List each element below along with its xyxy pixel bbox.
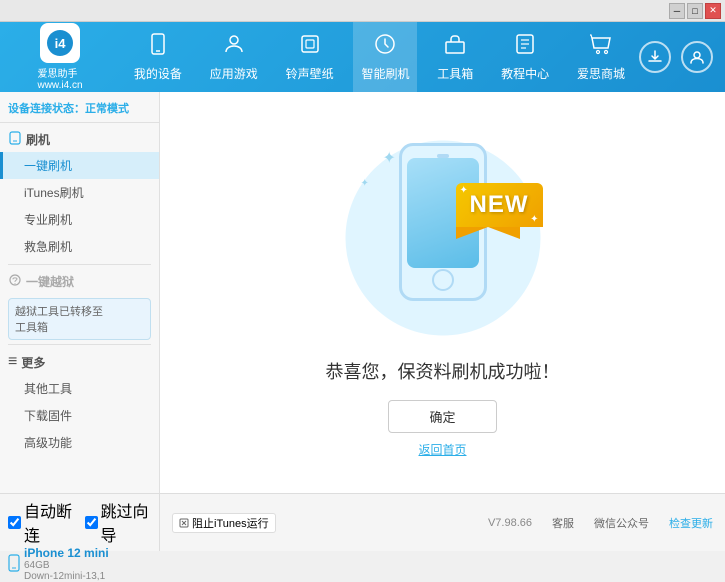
nav-brand-mall[interactable]: 爱思商城: [569, 22, 633, 92]
apps-games-icon: [222, 32, 246, 62]
skip-wizard-checkbox[interactable]: 跳过向导: [85, 498, 152, 546]
sidebar-divider-2: [8, 344, 151, 345]
sidebar-other-tools[interactable]: 其他工具: [0, 375, 159, 402]
ribbon-star-left: ✦: [460, 185, 468, 196]
sidebar-flash-section: 刷机: [0, 127, 159, 152]
sparkle-2: ✦: [361, 178, 369, 189]
device-model: Down-12mini-13,1: [24, 571, 109, 582]
maximize-button[interactable]: □: [687, 3, 703, 19]
nav-tutorial-label: 教程中心: [501, 65, 549, 82]
close-button[interactable]: ✕: [705, 3, 721, 19]
phone-speaker: [437, 154, 449, 158]
device-status: 设备连接状态：正常模式: [0, 96, 159, 123]
nav-ringtones[interactable]: 铃声壁纸: [278, 22, 342, 92]
phone-mini-icon: [8, 554, 20, 575]
device-storage: 64GB: [24, 560, 109, 571]
status-value: 正常模式: [85, 103, 129, 115]
tutorial-icon: [513, 32, 537, 62]
nav-apps-games-label: 应用游戏: [210, 65, 258, 82]
confirm-button[interactable]: 确定: [388, 400, 496, 433]
ribbon-star-right: ✦: [530, 214, 538, 225]
device-name: iPhone 12 mini: [24, 546, 109, 560]
nav-apps-games[interactable]: 应用游戏: [202, 22, 266, 92]
sidebar-recover-flash[interactable]: 救急刷机: [0, 233, 159, 260]
flash-section-title: 刷机: [26, 131, 50, 148]
nav-items: 我的设备 应用游戏 铃声壁纸: [120, 22, 639, 92]
success-illustration: ✦ ✦ ✦ ✦ NEW ✦: [333, 128, 553, 348]
app-subtitle: www.i4.cn: [37, 80, 82, 91]
more-section-icon: ≡: [8, 353, 17, 371]
sidebar-one-key-flash[interactable]: 一键刷机: [0, 152, 159, 179]
auto-close-label: 自动断连: [24, 498, 75, 546]
toolbox-icon: [443, 32, 467, 62]
ribbon-tail: [456, 227, 520, 239]
ribbon-text: NEW: [470, 191, 529, 218]
sidebar-divider-1: [8, 264, 151, 265]
minimize-button[interactable]: ─: [669, 3, 685, 19]
main-area: 设备连接状态：正常模式 刷机 一键刷机 iTunes刷机 专业刷机 救急刷机: [0, 92, 725, 493]
title-bar: ─ □ ✕: [0, 0, 725, 22]
header: i4 爱思助手 www.i4.cn 我的设备 应: [0, 22, 725, 92]
sidebar: 设备连接状态：正常模式 刷机 一键刷机 iTunes刷机 专业刷机 救急刷机: [0, 92, 160, 493]
main-content: ✦ ✦ ✦ ✦ NEW ✦ 恭喜您: [160, 92, 725, 493]
phone-home-button: [432, 269, 454, 291]
flash-section-icon: [8, 131, 22, 148]
skip-wizard-input[interactable]: [85, 516, 98, 529]
nav-toolbox-label: 工具箱: [437, 65, 473, 82]
nav-brand-mall-label: 爱思商城: [577, 65, 625, 82]
checkbox-row: 自动断连 跳过向导: [8, 498, 151, 546]
device-row: iPhone 12 mini 64GB Down-12mini-13,1: [8, 546, 151, 582]
sidebar-jailbreak-section: 一键越狱: [0, 269, 159, 294]
sidebar-pro-flash[interactable]: 专业刷机: [0, 206, 159, 233]
more-section-title: 更多: [21, 354, 45, 371]
nav-ringtones-label: 铃声壁纸: [286, 65, 334, 82]
logo-icon: i4: [40, 23, 80, 63]
success-text: 恭喜您，保资料刷机成功啦！: [326, 358, 560, 384]
jailbreak-section-title: 一键越狱: [26, 273, 74, 290]
nav-toolbox[interactable]: 工具箱: [429, 22, 481, 92]
sparkle-1: ✦: [383, 148, 396, 168]
download-button[interactable]: [639, 41, 671, 73]
logo-text: 爱思助手 www.i4.cn: [37, 65, 82, 91]
nav-smart-flash-label: 智能刷机: [361, 65, 409, 82]
header-right: [639, 41, 725, 73]
auto-close-input[interactable]: [8, 516, 21, 529]
nav-tutorial[interactable]: 教程中心: [493, 22, 557, 92]
back-home-link[interactable]: 返回首页: [418, 441, 466, 458]
jailbreak-section-icon: [8, 273, 22, 290]
svg-text:i4: i4: [55, 36, 67, 51]
jailbreak-notice: 越狱工具已转移至工具箱: [8, 298, 151, 340]
new-ribbon: ✦ NEW ✦: [456, 183, 543, 239]
logo-area: i4 爱思助手 www.i4.cn: [0, 23, 120, 91]
device-info: iPhone 12 mini 64GB Down-12mini-13,1: [24, 546, 109, 582]
auto-close-checkbox[interactable]: 自动断连: [8, 498, 75, 546]
app-title: 爱思助手: [37, 65, 82, 80]
sidebar-download-firmware[interactable]: 下载固件: [0, 402, 159, 429]
status-bottom: 自动断连 跳过向导 iPhone 12 mini 64GB Down-12min…: [0, 493, 725, 551]
nav-my-device[interactable]: 我的设备: [126, 22, 190, 92]
smart-flash-icon: [373, 32, 397, 62]
my-device-icon: [146, 32, 170, 62]
nav-smart-flash[interactable]: 智能刷机: [353, 22, 417, 92]
ringtones-icon: [298, 32, 322, 62]
brand-mall-icon: [589, 32, 613, 62]
user-button[interactable]: [681, 41, 713, 73]
status-label: 设备连接状态：: [8, 103, 85, 115]
sidebar-itunes-flash[interactable]: iTunes刷机: [0, 179, 159, 206]
nav-my-device-label: 我的设备: [134, 65, 182, 82]
sidebar-advanced[interactable]: 高级功能: [0, 429, 159, 456]
sidebar-more-section: ≡ 更多: [0, 349, 159, 375]
skip-wizard-label: 跳过向导: [101, 498, 152, 546]
